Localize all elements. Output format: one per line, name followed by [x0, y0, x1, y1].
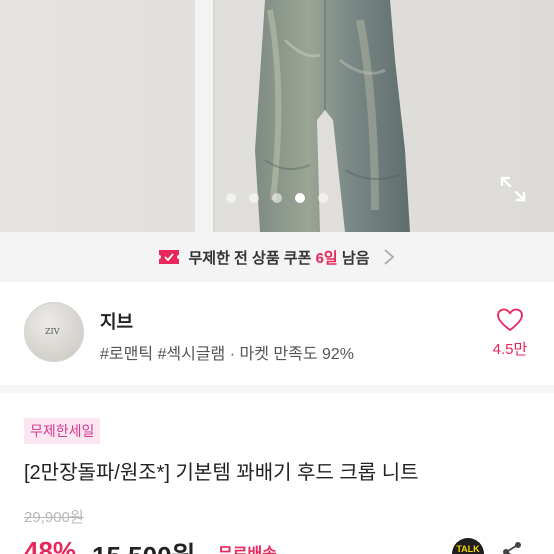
carousel-indicator [0, 193, 554, 203]
coupon-remaining: 남음 [341, 249, 370, 267]
expand-icon[interactable] [500, 176, 526, 202]
section-divider [0, 385, 554, 393]
shop-info[interactable]: ZIV 지브 #로맨틱 #섹시글램 · 마켓 만족도 92% 4.5만 [0, 290, 554, 380]
avatar-logo-text: ZIV [45, 327, 60, 336]
product-image[interactable] [0, 0, 554, 232]
carousel-dot[interactable] [272, 193, 282, 203]
carousel-dot-active[interactable] [295, 193, 305, 203]
carousel-dot[interactable] [318, 193, 328, 203]
heart-icon[interactable] [497, 308, 523, 332]
talk-chat-icon[interactable]: TALK [452, 538, 484, 554]
free-shipping-badge: 무료배송 [218, 540, 277, 554]
shop-tags: #로맨틱 #섹시글램 · 마켓 만족도 92% [100, 346, 355, 363]
sale-tag: 무제한세일 [24, 418, 101, 444]
coupon-banner[interactable]: 무제한 전 상품 쿠폰 6일 남음 [0, 232, 554, 282]
chevron-right-icon [383, 249, 394, 265]
coupon-text: 무제한 전 상품 쿠폰 6일 남음 [188, 247, 369, 268]
shop-avatar[interactable]: ZIV [24, 302, 84, 362]
product-page: 무제한 전 상품 쿠폰 6일 남음 ZIV 지브 #로맨틱 #섹시글램 · 마켓… [0, 0, 554, 554]
shop-name[interactable]: 지브 [100, 308, 133, 334]
coupon-ticket-icon [159, 250, 180, 264]
discount-rate: 48% [24, 536, 77, 554]
product-title: [2만장돌파/원조*] 기본템 꽈배기 후드 크롭 니트 [24, 462, 419, 484]
coupon-days: 6일 [315, 249, 338, 267]
coupon-label: 무제한 전 상품 쿠폰 [188, 249, 312, 267]
carousel-dot[interactable] [226, 193, 236, 203]
share-icon[interactable] [500, 540, 524, 554]
like-count: 4.5만 [492, 341, 528, 358]
carousel-dot[interactable] [249, 193, 259, 203]
original-price: 29,900원 [24, 509, 84, 526]
sale-price: 15,500원 [92, 536, 195, 554]
